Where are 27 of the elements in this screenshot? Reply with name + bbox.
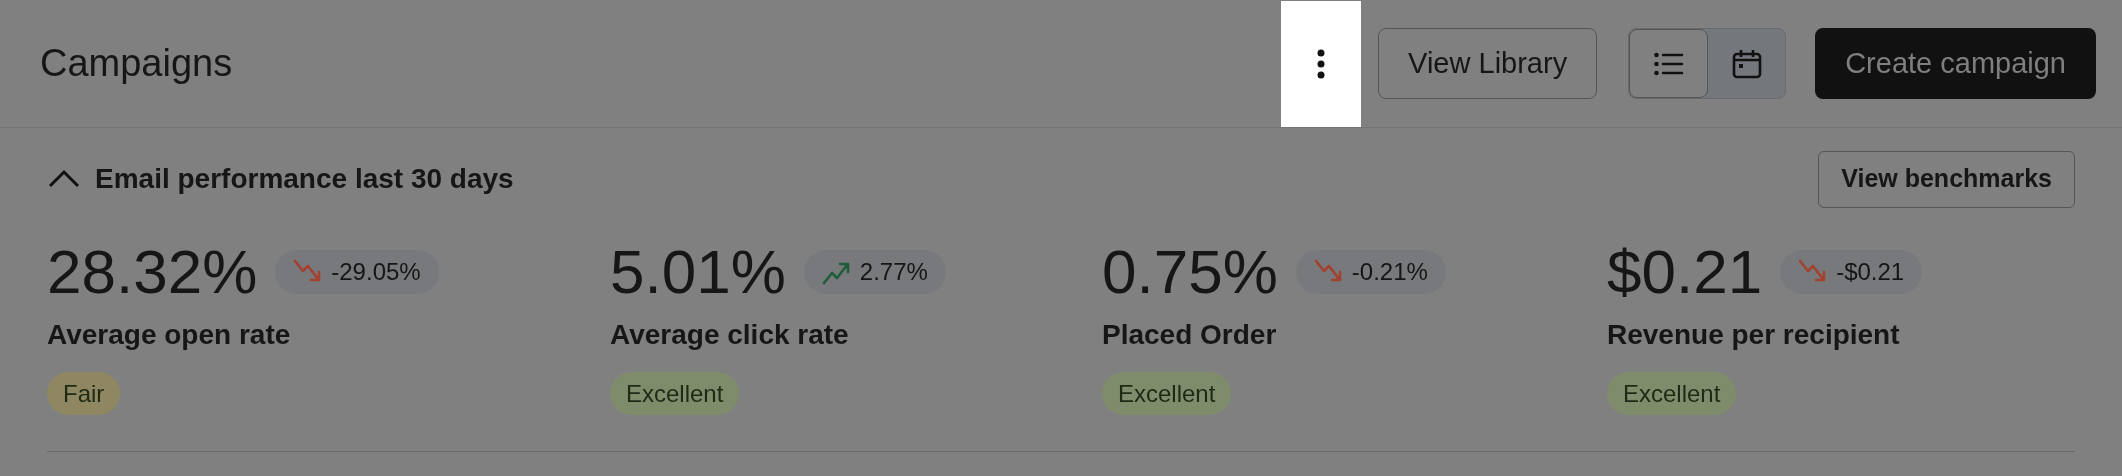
change-badge: -0.21% bbox=[1295, 250, 1446, 294]
section-title: Email performance last 30 days bbox=[95, 162, 514, 196]
more-button[interactable] bbox=[1281, 0, 1362, 127]
change-badge: 2.77% bbox=[803, 250, 946, 294]
more-icon bbox=[1317, 48, 1326, 79]
rating-tag: Excellent bbox=[1102, 372, 1232, 415]
metric-label: Revenue per recipient bbox=[1607, 318, 1901, 352]
page-title: Campaigns bbox=[40, 41, 234, 86]
create-campaign-button[interactable]: Create campaign bbox=[1815, 28, 2096, 99]
rating-tag: Excellent bbox=[610, 372, 740, 415]
calendar-icon bbox=[1731, 48, 1762, 79]
metric-label: Average click rate bbox=[610, 318, 850, 352]
change-badge: -29.05% bbox=[275, 250, 439, 294]
view-library-button[interactable]: View Library bbox=[1378, 28, 1598, 99]
change-badge: -$0.21 bbox=[1780, 250, 1923, 294]
rating-tag: Fair bbox=[47, 372, 121, 415]
metric-value: 0.75% bbox=[1102, 236, 1278, 308]
view-benchmarks-button[interactable]: View benchmarks bbox=[1818, 150, 2075, 208]
list-icon bbox=[1653, 51, 1684, 76]
metric-label: Placed Order bbox=[1102, 318, 1278, 352]
metric-value: $0.21 bbox=[1607, 236, 1763, 308]
rating-tag: Excellent bbox=[1607, 372, 1737, 415]
metric-value: 28.32% bbox=[47, 236, 258, 308]
chevron-icon[interactable] bbox=[47, 169, 81, 189]
metric-value: 5.01% bbox=[610, 236, 786, 308]
list-view-tab[interactable] bbox=[1629, 29, 1709, 98]
metric-label: Average open rate bbox=[47, 318, 292, 352]
